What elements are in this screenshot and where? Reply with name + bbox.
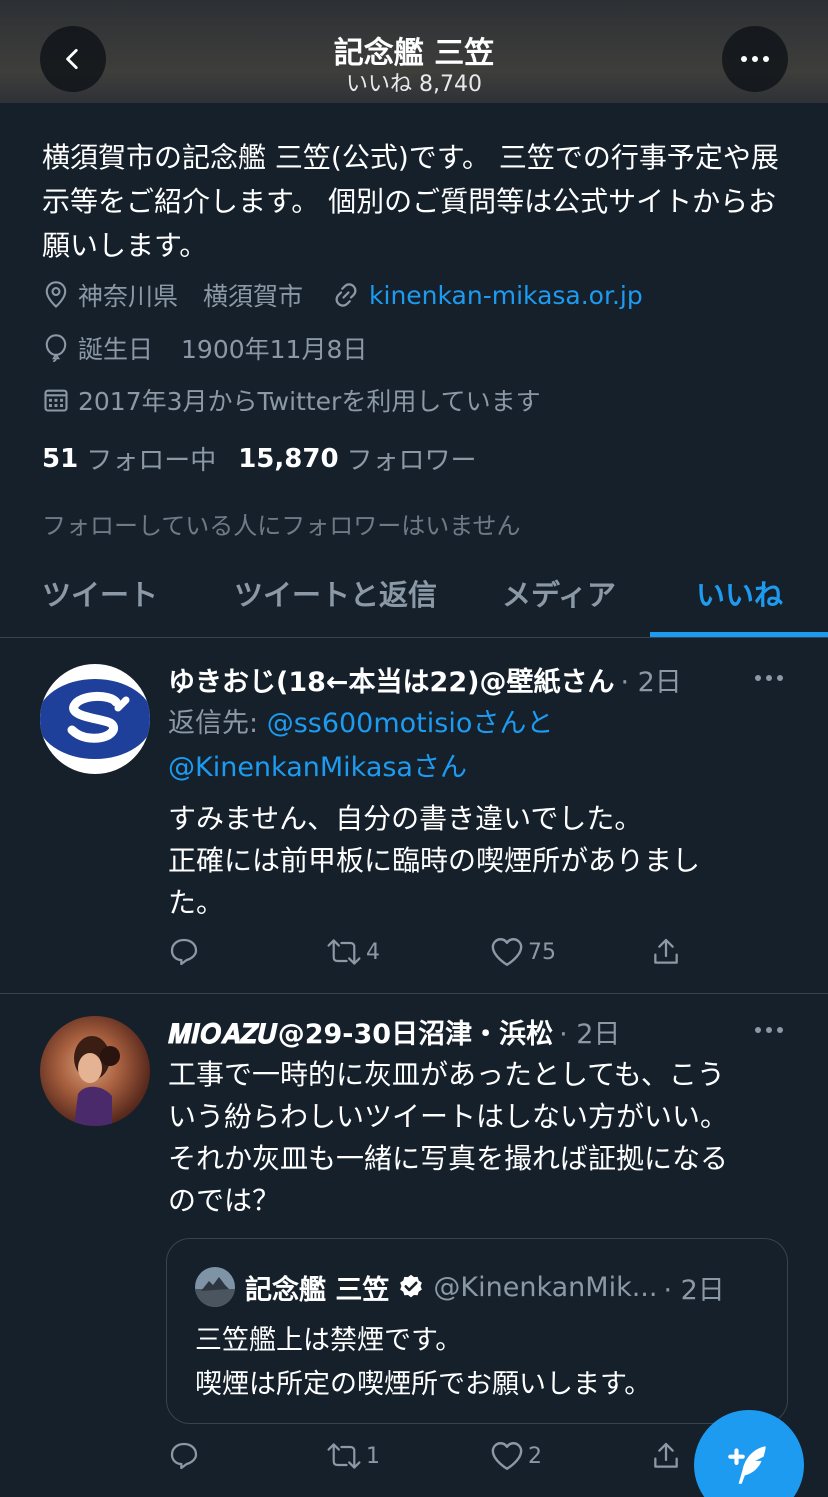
tweet-more-icon[interactable] [754, 674, 784, 682]
quoted-tweet-header: 記念艦 三笠 @KinenkanMik... · 2日 [195, 1267, 725, 1307]
joined-date: 2017年3月からTwitterを利用しています [78, 387, 541, 416]
like-count: 75 [528, 939, 556, 965]
tweet-time: · 2日 [559, 1019, 621, 1050]
link-icon [335, 283, 357, 307]
quoted-tweet-text: 三笠艦上は禁煙です。 喫煙は所定の喫煙所でお願いします。 [195, 1319, 651, 1407]
profile-joined-row: 2017年3月からTwitterを利用しています [42, 382, 541, 418]
avatar[interactable] [40, 664, 150, 774]
more-icon [741, 56, 769, 62]
avatar [195, 1267, 235, 1307]
balloon-icon [45, 334, 67, 363]
retweet-button[interactable]: 1 [326, 1440, 380, 1472]
tweet-author-name[interactable]: ゆきおじ(18←本当は22)@壁紙さん [168, 660, 614, 699]
tweet-header: 𝑴𝑰𝑶𝑨𝒁𝑼@29-30日沼津・浜松 · 2日 [168, 1012, 620, 1051]
compose-tweet-icon [728, 1446, 766, 1484]
like-button[interactable]: 75 [490, 936, 556, 968]
likes-count-subtitle: いいね 8,740 [346, 72, 482, 97]
follow-counts: 51 フォロー中 15,870 フォロワー [42, 440, 477, 477]
share-button[interactable] [650, 1440, 682, 1472]
tweet-text-line: すみません、自分の書き違いでした。 [168, 802, 643, 835]
profile-header: 記念艦 三笠 いいね 8,740 [0, 0, 828, 103]
retweet-count: 4 [366, 939, 380, 965]
calendar-icon [44, 389, 68, 412]
reply-mention[interactable]: @ss600motisioさんと [267, 708, 554, 739]
profile-bio: 横須賀市の記念艦 三笠(公式)です。 三笠での行事予定や展示等をご紹介します。 … [42, 141, 779, 262]
tweet-time: · 2日 [620, 667, 682, 698]
tweet-actions: 1 2 [168, 1440, 688, 1480]
quoted-tweet[interactable]: 記念艦 三笠 @KinenkanMik... · 2日 三笠艦上は禁煙です。 喫… [166, 1238, 788, 1424]
reply-button[interactable] [168, 936, 200, 968]
retweet-button[interactable]: 4 [326, 936, 380, 968]
more-options-button[interactable] [722, 26, 788, 92]
tweet-text: 工事で一時的に灰皿があったとしても、こう いう紛らわしいツイートはしない方がいい… [168, 1054, 778, 1222]
tweet-text-line: 工事で一時的に灰皿があったとしても、こう [168, 1058, 725, 1091]
tweet-text-line: 喫煙は所定の喫煙所でお願いします。 [195, 1369, 652, 1400]
profile-location-row: 神奈川県 横須賀市 kinenkan-mikasa.or.jp [42, 277, 643, 313]
followers-count[interactable]: 15,870 [238, 444, 338, 474]
tweet-author-name[interactable]: 𝑴𝑰𝑶𝑨𝒁𝑼@29-30日沼津・浜松 [168, 1012, 553, 1051]
heart-icon [491, 1442, 523, 1470]
following-label[interactable]: フォロー中 [86, 440, 216, 477]
quoted-author-handle: @KinenkanMik... [433, 1271, 658, 1303]
reply-to-line: 返信先: @ss600motisioさんと @KinenkanMikasaさん [168, 702, 553, 790]
reply-prefix: 返信先: [168, 708, 267, 739]
quoted-author-name: 記念艦 三笠 [245, 1274, 390, 1306]
share-icon [654, 1442, 678, 1468]
profile-birthday-row: 誕生日 1900年11月8日 [42, 330, 367, 366]
tab-likes[interactable]: いいね [696, 572, 783, 614]
following-count[interactable]: 51 [42, 444, 78, 474]
retweet-icon [327, 1443, 361, 1469]
tab-media[interactable]: メディア [502, 572, 616, 614]
tweet-actions: 4 75 [168, 936, 688, 976]
followers-label[interactable]: フォロワー [347, 440, 477, 477]
tweet-header: ゆきおじ(18←本当は22)@壁紙さん · 2日 [168, 660, 682, 699]
profile-location: 神奈川県 横須賀市 [78, 282, 304, 311]
heart-icon [491, 938, 523, 966]
active-tab-indicator [650, 632, 828, 637]
tab-tweets[interactable]: ツイート [42, 572, 158, 614]
birthday-label: 誕生日 [78, 335, 154, 364]
tweet-text-line: 三笠艦上は禁煙です。 [195, 1325, 463, 1356]
profile-website-link[interactable]: kinenkan-mikasa.or.jp [369, 281, 643, 310]
reply-button[interactable] [168, 1440, 200, 1472]
location-pin-icon [45, 281, 67, 308]
reply-icon [170, 938, 198, 966]
like-button[interactable]: 2 [490, 1440, 542, 1472]
quoted-tweet-time: · 2日 [663, 1274, 725, 1306]
share-button[interactable] [650, 936, 682, 968]
tweet-text-line: 正確には前甲板に臨時の喫煙所がありまし [168, 844, 701, 877]
reply-mention[interactable]: @KinenkanMikasaさん [168, 752, 467, 783]
verified-badge-icon [400, 1274, 423, 1298]
birthday-value: 1900年11月8日 [181, 335, 368, 364]
retweet-count: 1 [366, 1443, 380, 1469]
retweet-icon [327, 939, 361, 965]
tweet-card[interactable]: ゆきおじ(18←本当は22)@壁紙さん · 2日 返信先: @ss600moti… [0, 638, 828, 993]
tweet-text-line: それか灰皿も一緒に写真を撮れば証拠になる [168, 1142, 729, 1175]
tweet-more-icon[interactable] [754, 1026, 784, 1034]
reply-icon [170, 1442, 198, 1470]
tweet-text-line: た。 [168, 886, 225, 919]
share-icon [654, 938, 678, 964]
tweet-text-line: のでは？ [168, 1184, 281, 1217]
avatar[interactable] [40, 1016, 150, 1126]
tweet-text-line: いう紛らわしいツイートはしない方がいい。 [168, 1100, 729, 1133]
like-count: 2 [528, 1443, 542, 1469]
no-common-followers-text: フォローしている人にフォロワーはいません [42, 512, 521, 540]
tab-tweets-and-replies[interactable]: ツイートと返信 [234, 572, 437, 614]
profile-tabs: ツイート ツイートと返信 メディア いいね [0, 556, 828, 638]
tweet-text: すみません、自分の書き違いでした。 正確には前甲板に臨時の喫煙所がありまし た。 [168, 798, 778, 924]
